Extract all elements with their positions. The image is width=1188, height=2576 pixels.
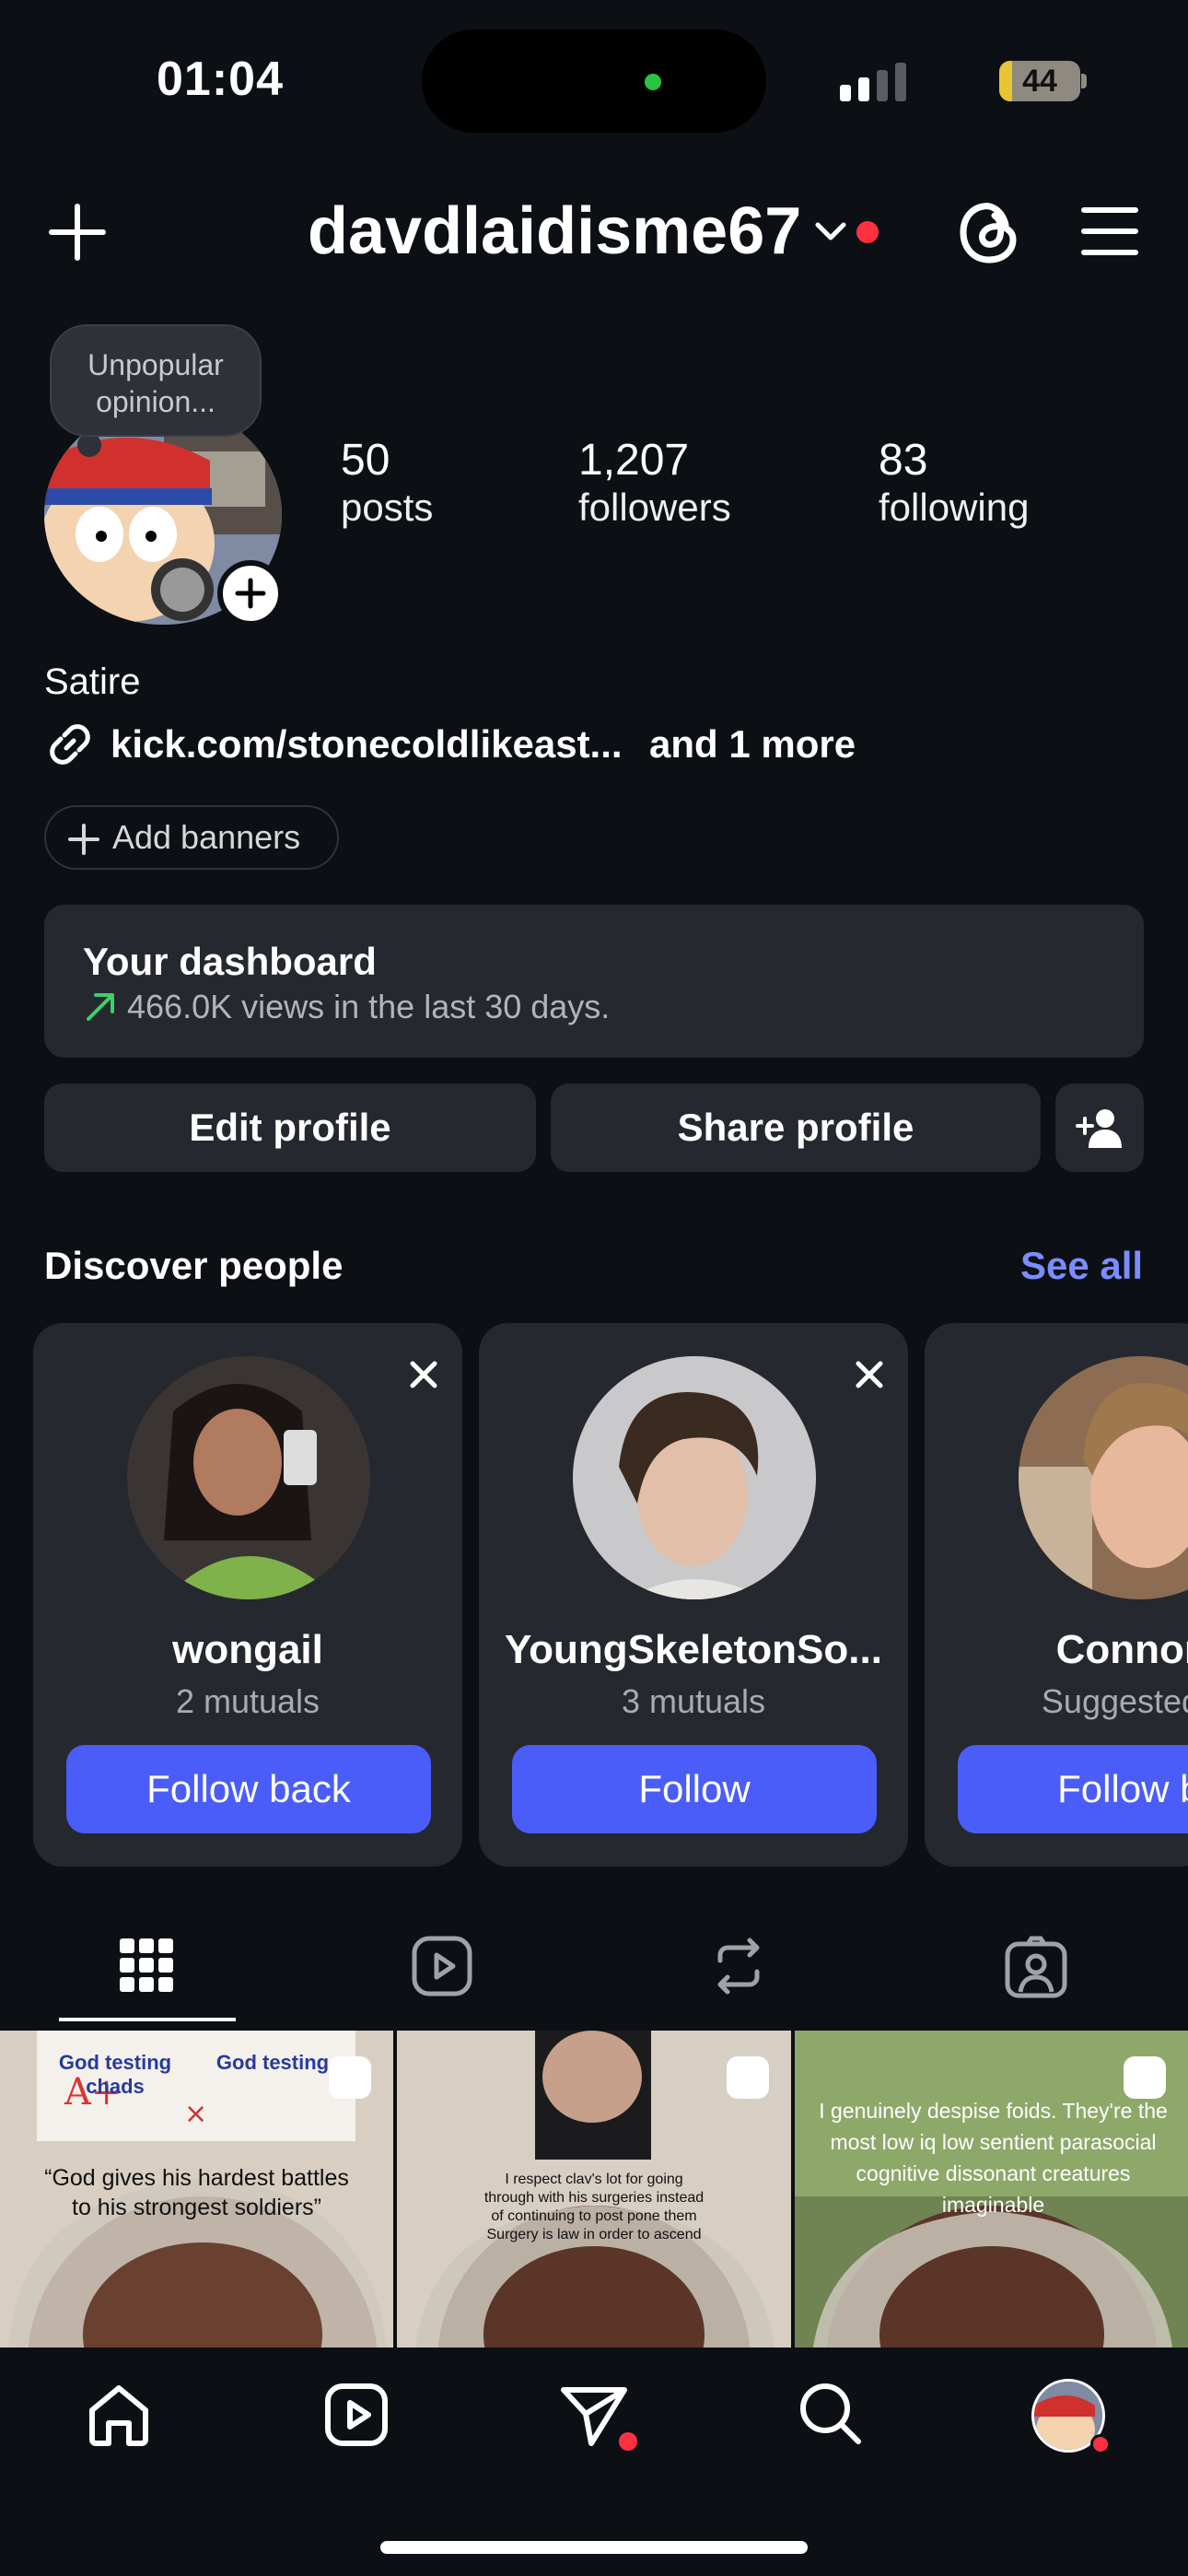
follow-back-button[interactable]: Follow back [66, 1745, 431, 1833]
profile-link-more[interactable]: and 1 more [649, 722, 856, 767]
svg-text:×: × [184, 2098, 207, 2130]
dynamic-island [422, 29, 766, 133]
add-story-button[interactable] [217, 560, 284, 626]
suggestion-name[interactable]: wongail [33, 1627, 462, 1673]
stat-posts[interactable]: 50 posts [341, 435, 433, 530]
messages-notification-dot [619, 2432, 637, 2451]
dashboard-subtitle: 466.0K views in the last 30 days. [127, 988, 611, 1025]
reel-badge-icon [1124, 2056, 1166, 2099]
chevron-down-icon[interactable] [814, 221, 847, 243]
follow-button[interactable]: Follow [512, 1745, 877, 1833]
home-indicator [380, 2541, 808, 2554]
status-time: 01:04 [157, 53, 284, 106]
dashboard-title: Your dashboard [83, 940, 377, 983]
plus-icon [68, 824, 99, 855]
profile-username[interactable]: davdlaidisme67 [308, 193, 801, 269]
suggestion-subtitle: Suggested fo [1041, 1682, 1188, 1720]
discover-people-toggle-button[interactable] [1055, 1083, 1144, 1172]
profile-bio: Satire [44, 662, 141, 702]
edit-profile-button[interactable]: Edit profile [44, 1083, 536, 1172]
stat-following[interactable]: 83 following [879, 435, 1029, 530]
stat-posts-label: posts [341, 486, 434, 529]
post-caption: I respect clav's lot for going through w… [483, 2172, 705, 2242]
dismiss-close-icon[interactable] [403, 1354, 444, 1395]
add-banners-label: Add banners [112, 818, 301, 856]
battery-tip [1081, 74, 1087, 88]
stat-following-label: following [879, 486, 1030, 529]
suggestion-avatar[interactable] [127, 1356, 370, 1599]
suggestion-name[interactable]: Connor I [925, 1627, 1188, 1673]
reposts-tab-icon[interactable] [707, 1935, 770, 1997]
discover-people-title: Discover people [44, 1244, 344, 1287]
post-thumbnail[interactable]: A+ × God testing chads God testing “God … [0, 2031, 393, 2348]
stat-followers-value: 1,207 [578, 436, 690, 485]
search-icon[interactable] [798, 2381, 864, 2447]
suggestion-name[interactable]: YoungSkeletonSo... [479, 1627, 908, 1673]
profile-link[interactable]: kick.com/stonecoldlikeast... [111, 722, 623, 767]
post-header-right: God testing [215, 2051, 330, 2074]
reels-tab-icon[interactable] [411, 1935, 473, 1997]
add-banners-button[interactable]: Add banners [44, 805, 339, 870]
reels-icon[interactable] [324, 2383, 389, 2447]
share-profile-button[interactable]: Share profile [551, 1083, 1041, 1172]
battery-icon: 44 [999, 61, 1080, 101]
post-thumbnail[interactable]: I genuinely despise foids. They're the m… [795, 2031, 1188, 2348]
reel-badge-icon [329, 2056, 371, 2099]
reel-badge-icon [727, 2056, 769, 2099]
threads-icon[interactable] [958, 197, 1022, 267]
stat-followers-label: followers [578, 486, 731, 529]
home-icon[interactable] [87, 2383, 151, 2447]
profile-note[interactable]: Unpopular opinion... [50, 324, 262, 437]
follow-back-button[interactable]: Follow ba [958, 1745, 1188, 1833]
stat-followers[interactable]: 1,207 followers [578, 435, 731, 530]
post-caption: I genuinely despise foids. They're the m… [819, 2099, 1168, 2217]
see-all-link[interactable]: See all [1020, 1244, 1143, 1288]
suggestion-avatar[interactable] [573, 1356, 816, 1599]
cellular-signal-icon [840, 63, 906, 101]
post-header-left: God testing chads [58, 2051, 172, 2098]
dashboard-card[interactable]: Your dashboard 466.0K views in the last … [44, 905, 1144, 1058]
profile-notification-dot [1090, 2434, 1111, 2454]
plus-icon [235, 578, 266, 609]
stat-following-value: 83 [879, 436, 928, 485]
stat-posts-value: 50 [341, 436, 390, 485]
post-thumbnail[interactable]: I respect clav's lot for going through w… [397, 2031, 791, 2348]
tagged-tab-icon[interactable] [1004, 1935, 1068, 1999]
suggestion-subtitle: 2 mutuals [175, 1682, 320, 1720]
posts-grid-icon[interactable] [120, 1938, 173, 1992]
menu-hamburger-icon[interactable] [1081, 206, 1138, 256]
suggestion-card[interactable]: YoungSkeletonSo... 3 mutuals Follow [479, 1323, 908, 1867]
dismiss-close-icon[interactable] [849, 1354, 890, 1395]
add-person-icon [1076, 1109, 1122, 1148]
suggestion-subtitle: 3 mutuals [621, 1682, 766, 1720]
trending-up-icon [87, 993, 114, 1021]
create-plus-icon[interactable] [48, 203, 107, 262]
post-caption: “God gives his hardest battles to his st… [44, 2165, 349, 2220]
suggestion-card[interactable]: Connor I Suggested fo Follow ba [925, 1323, 1188, 1867]
camera-indicator-dot [645, 74, 661, 90]
active-tab-indicator [59, 2018, 236, 2021]
link-icon [50, 724, 90, 765]
suggestion-avatar[interactable] [1019, 1356, 1188, 1599]
notification-dot [856, 221, 879, 243]
suggestion-card[interactable]: wongail 2 mutuals Follow back [33, 1323, 462, 1867]
